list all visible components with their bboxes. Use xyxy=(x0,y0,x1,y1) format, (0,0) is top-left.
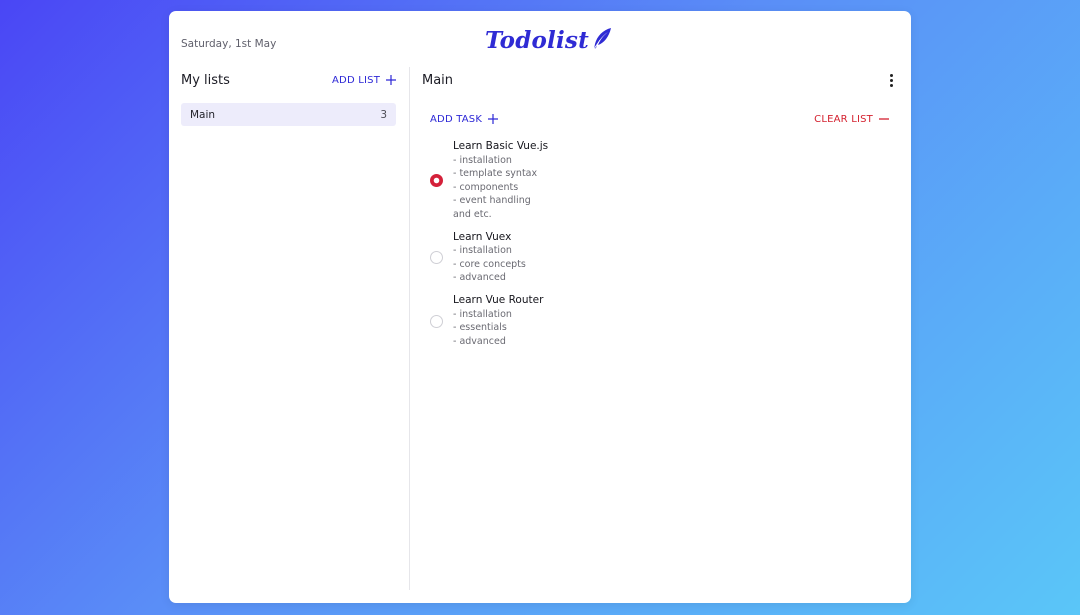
panel-divider xyxy=(409,67,410,590)
task-title: Learn Vuex xyxy=(453,230,512,243)
list-item-count: 3 xyxy=(380,108,387,121)
task-title: Learn Vue Router xyxy=(453,293,544,306)
task-description: - installation - essentials - advanced xyxy=(453,308,512,347)
task-item: Learn Basic Vue.js - installation - temp… xyxy=(430,140,897,222)
add-list-button[interactable]: ADD LIST xyxy=(332,75,396,86)
sidebar: My lists ADD LIST Main 3 xyxy=(181,66,396,126)
clear-list-label: CLEAR LIST xyxy=(814,113,873,125)
add-task-button[interactable]: ADD TASK xyxy=(430,113,499,125)
list-title: Main xyxy=(422,72,454,88)
task-checkbox[interactable] xyxy=(430,251,443,265)
feather-icon xyxy=(593,27,611,49)
list-item-name: Main xyxy=(190,108,216,121)
task-title: Learn Basic Vue.js xyxy=(453,140,549,152)
task-content: Learn Vue Router - installation - essent… xyxy=(453,294,543,348)
list-panel: Main ADD TASK CLEAR LIST Learn Basic Vue… xyxy=(422,66,897,357)
task-item: Learn Vue Router - installation - essent… xyxy=(430,294,897,348)
sidebar-title: My lists xyxy=(181,72,230,88)
plus-icon xyxy=(386,75,396,85)
sidebar-header: My lists ADD LIST xyxy=(181,66,396,94)
list-actions: ADD TASK CLEAR LIST xyxy=(422,110,897,128)
task-description: - installation - template syntax - compo… xyxy=(453,154,538,220)
task-content: Learn Basic Vue.js - installation - temp… xyxy=(453,140,548,222)
logo-text: Todolist xyxy=(485,27,589,54)
task-checkbox[interactable] xyxy=(430,314,443,328)
list-item-main[interactable]: Main 3 xyxy=(181,103,396,126)
task-content: Learn Vuex - installation - core concept… xyxy=(453,231,526,285)
task-checkbox[interactable] xyxy=(430,174,443,188)
minus-icon xyxy=(879,118,889,120)
task-description: - installation - core concepts - advance… xyxy=(453,245,526,284)
task-list: Learn Basic Vue.js - installation - temp… xyxy=(422,140,897,348)
app-logo: Todolist xyxy=(485,27,613,54)
app-card: Saturday, 1st May Todolist My lists ADD … xyxy=(169,11,911,603)
clear-list-button[interactable]: CLEAR LIST xyxy=(814,114,889,125)
kebab-menu-icon[interactable] xyxy=(885,72,897,88)
list-header: Main xyxy=(422,66,897,94)
task-item: Learn Vuex - installation - core concept… xyxy=(430,231,897,285)
add-list-label: ADD LIST xyxy=(332,74,380,86)
add-task-label: ADD TASK xyxy=(430,113,483,125)
current-date: Saturday, 1st May xyxy=(181,38,277,50)
plus-icon xyxy=(488,114,499,124)
